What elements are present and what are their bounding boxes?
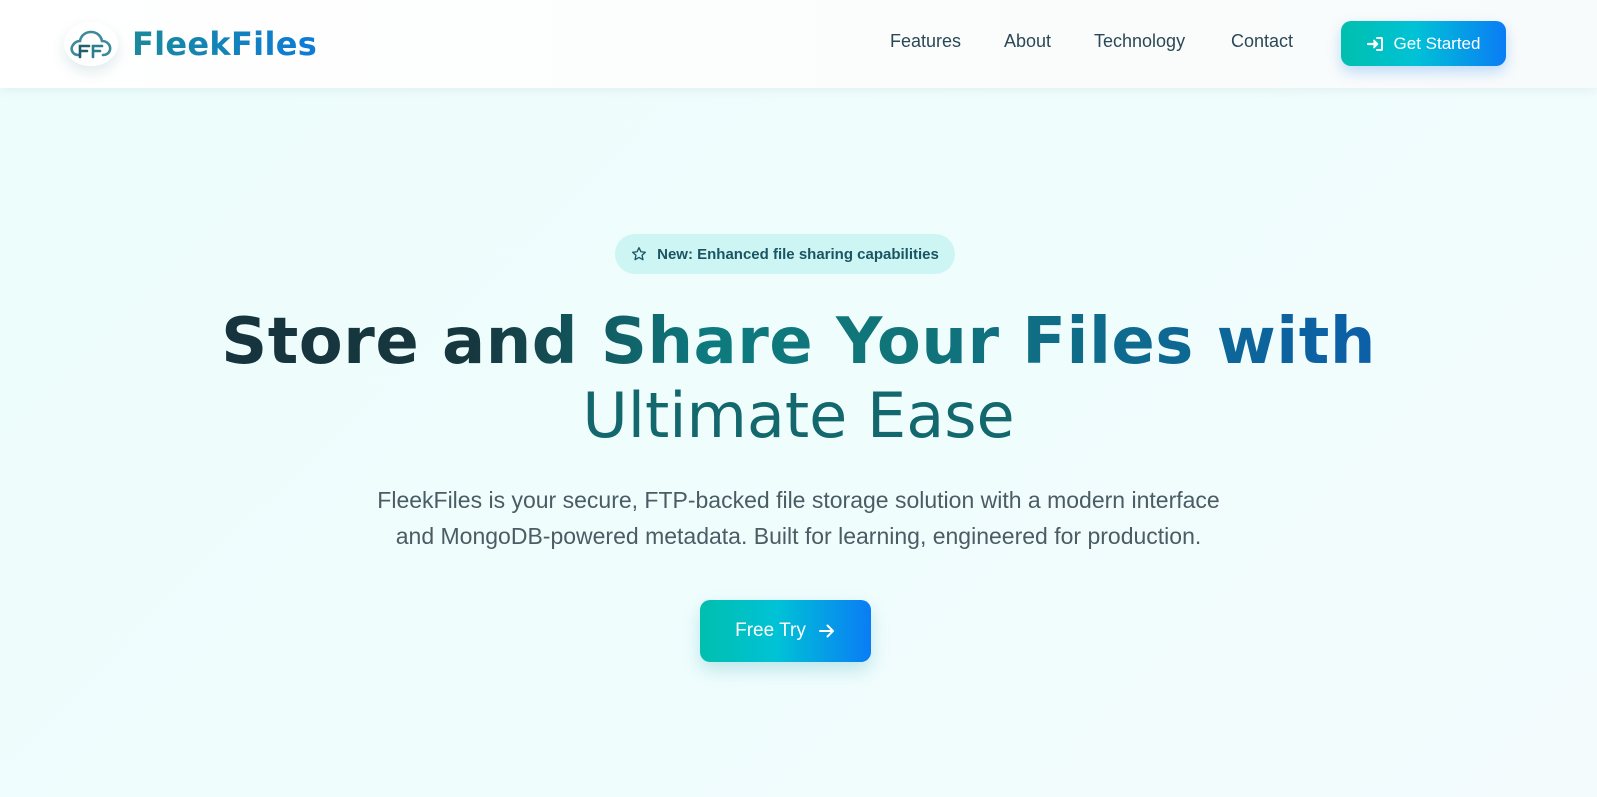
badge-text: New: Enhanced file sharing capabilities bbox=[657, 245, 939, 263]
hero-subtitle-line2: and MongoDB-powered metadata. Built for … bbox=[395, 523, 1202, 549]
hero-subtitle-line1: FleekFiles is your secure, FTP-backed fi… bbox=[377, 487, 1220, 513]
brand-name: FleekFiles bbox=[132, 25, 318, 63]
nav-link-contact[interactable]: Contact bbox=[1231, 31, 1293, 52]
get-started-label: Get Started bbox=[1393, 33, 1481, 53]
hero-title-line2: Ultimate Ease bbox=[582, 379, 1015, 452]
free-try-button[interactable]: Free Try bbox=[700, 600, 871, 662]
brand-logo[interactable]: FleekFiles bbox=[64, 22, 317, 66]
cloud-ff-logo-icon bbox=[64, 22, 118, 66]
site-header: FleekFiles Features About Technology Con… bbox=[0, 0, 1597, 88]
hero-subtitle: FleekFiles is your secure, FTP-backed fi… bbox=[0, 482, 1597, 554]
nav-link-about[interactable]: About bbox=[1004, 31, 1051, 52]
announcement-badge: New: Enhanced file sharing capabilities bbox=[615, 234, 955, 274]
hero-title-line1: Store and Share Your Files with bbox=[221, 300, 1376, 384]
star-icon bbox=[631, 246, 647, 262]
get-started-button[interactable]: Get Started bbox=[1341, 21, 1506, 66]
nav-link-technology[interactable]: Technology bbox=[1094, 31, 1185, 52]
hero-title: Store and Share Your Files with Ultimate… bbox=[0, 300, 1597, 452]
free-try-label: Free Try bbox=[735, 620, 806, 641]
sign-in-icon bbox=[1366, 36, 1384, 52]
arrow-right-icon bbox=[818, 623, 836, 639]
nav-link-features[interactable]: Features bbox=[890, 31, 961, 52]
